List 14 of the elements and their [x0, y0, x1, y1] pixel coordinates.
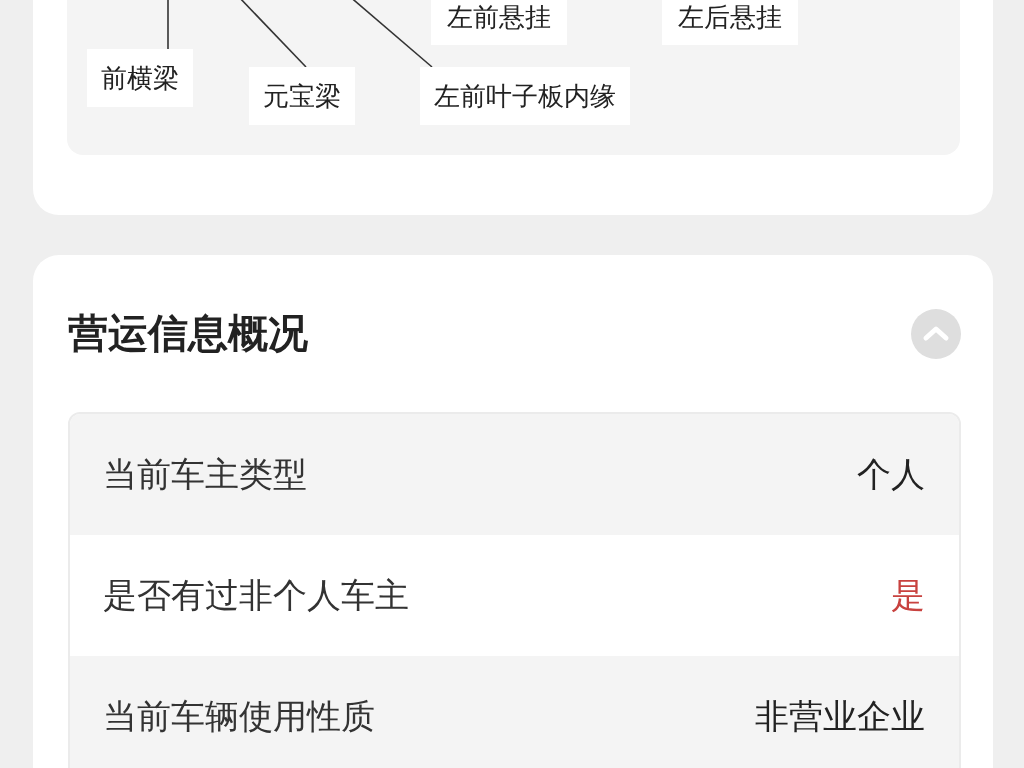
- row-value: 是: [891, 573, 925, 617]
- part-label: 左前叶子板内缘: [420, 67, 630, 125]
- part-label: 左后悬挂: [662, 0, 798, 45]
- part-label: 左前悬挂: [431, 0, 567, 45]
- part-label: 前横梁: [87, 49, 193, 107]
- row-label: 当前车辆使用性质: [103, 694, 375, 738]
- part-label: 元宝梁: [249, 67, 355, 125]
- row-value: 个人: [857, 452, 925, 496]
- leader-line: [167, 0, 169, 50]
- row-value: 非营业企业: [755, 694, 925, 738]
- row-label: 是否有过非个人车主: [103, 573, 409, 617]
- row-label: 当前车主类型: [103, 452, 307, 496]
- caret-circle-icon[interactable]: [911, 308, 961, 359]
- section-title: 营运信息概况: [68, 309, 308, 358]
